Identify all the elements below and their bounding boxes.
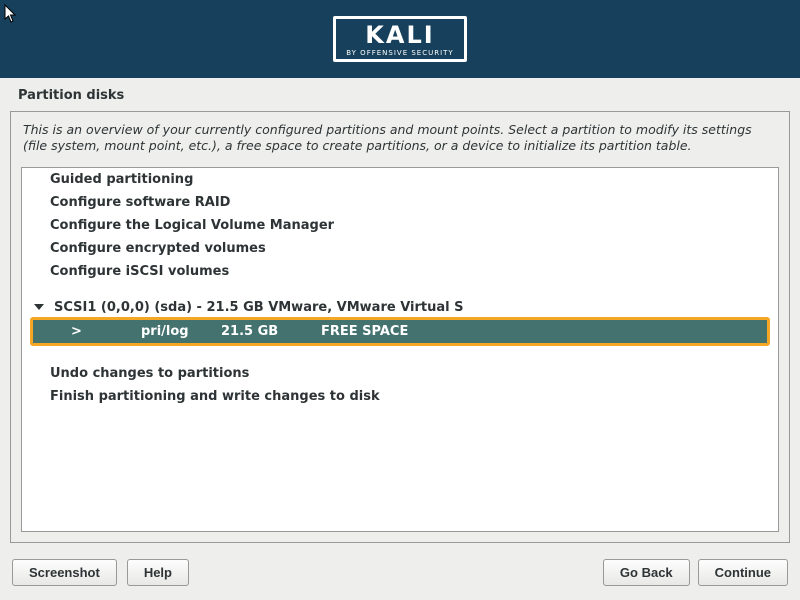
partition-free-space[interactable]: > pri/log 21.5 GB FREE SPACE: [33, 320, 767, 343]
logo-text: KALI: [346, 23, 453, 47]
go-back-button[interactable]: Go Back: [603, 559, 690, 586]
spacer: [22, 283, 778, 297]
partition-label: FREE SPACE: [321, 324, 408, 339]
partition-list: Guided partitioning Configure software R…: [21, 167, 779, 533]
continue-button[interactable]: Continue: [698, 559, 788, 586]
page-title: Partition disks: [0, 78, 800, 111]
help-button[interactable]: Help: [127, 559, 189, 586]
menu-guided-partitioning[interactable]: Guided partitioning: [22, 168, 778, 191]
kali-logo: KALI BY OFFENSIVE SECURITY: [333, 16, 466, 62]
menu-configure-lvm[interactable]: Configure the Logical Volume Manager: [22, 214, 778, 237]
partition-size: 21.5 GB: [221, 324, 321, 339]
disk-row[interactable]: SCSI1 (0,0,0) (sda) - 21.5 GB VMware, VM…: [22, 297, 778, 315]
highlight-annotation: > pri/log 21.5 GB FREE SPACE: [30, 317, 770, 346]
menu-configure-encrypted[interactable]: Configure encrypted volumes: [22, 237, 778, 260]
instruction-text: This is an overview of your currently co…: [11, 112, 789, 163]
logo-subtitle: BY OFFENSIVE SECURITY: [346, 49, 453, 57]
menu-finish-partitioning[interactable]: Finish partitioning and write changes to…: [22, 385, 778, 408]
menu-configure-iscsi[interactable]: Configure iSCSI volumes: [22, 260, 778, 283]
content-panel: This is an overview of your currently co…: [10, 111, 790, 543]
menu-undo-changes[interactable]: Undo changes to partitions: [22, 362, 778, 385]
disk-label: SCSI1 (0,0,0) (sda) - 21.5 GB VMware, VM…: [54, 300, 463, 315]
screenshot-button[interactable]: Screenshot: [12, 559, 117, 586]
expand-triangle-icon: [34, 304, 44, 310]
spacer: [22, 348, 778, 362]
button-bar: Screenshot Help Go Back Continue: [0, 547, 800, 600]
header-banner: KALI BY OFFENSIVE SECURITY: [0, 0, 800, 78]
partition-marker: >: [71, 324, 141, 339]
menu-configure-raid[interactable]: Configure software RAID: [22, 191, 778, 214]
partition-type: pri/log: [141, 324, 221, 339]
